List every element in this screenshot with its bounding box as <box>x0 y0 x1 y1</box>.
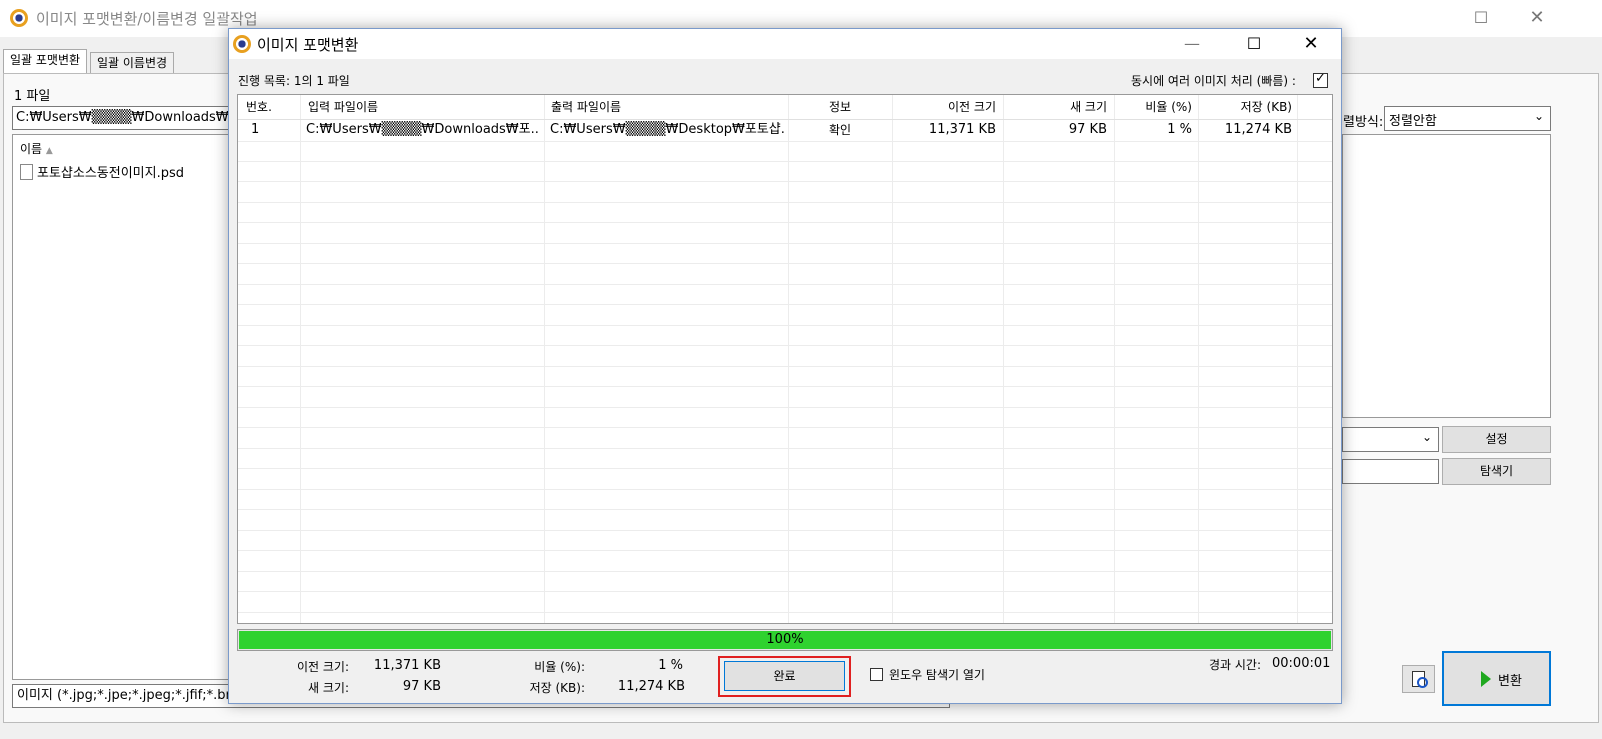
parallel-label: 동시에 여러 이미지 처리 (빠름) : <box>1131 74 1296 88</box>
dialog-title: 이미지 포맷변환 <box>257 36 359 54</box>
summary-saved-value: 11,274 KB <box>617 679 685 694</box>
maximize-icon[interactable]: ☐ <box>1231 28 1277 60</box>
sort-select[interactable]: 정렬안함 ⌄ <box>1384 106 1551 131</box>
browse-button[interactable]: 탐색기 <box>1442 458 1551 485</box>
chevron-down-icon: ⌄ <box>1533 109 1544 123</box>
format-select[interactable]: ⌄ <box>1342 427 1439 452</box>
progress-bar: 100% <box>237 629 1333 651</box>
row-info: 확인 <box>828 123 852 137</box>
row-num: 1 <box>251 122 260 137</box>
open-explorer-label: 윈도우 탐색기 열기 <box>889 668 985 682</box>
dialog-title-bar: 이미지 포맷변환 — ☐ ✕ <box>229 29 1341 59</box>
play-icon <box>1481 671 1491 687</box>
summary-new-value: 97 KB <box>402 679 441 694</box>
summary-old-value: 11,371 KB <box>373 658 441 673</box>
sort-label: 렬방식: <box>1343 115 1384 130</box>
row-ratio: 1 % <box>1167 122 1192 137</box>
col-header-input[interactable]: 입력 파일이름 <box>308 95 378 119</box>
check-icon: ✓ <box>1315 71 1326 86</box>
magnifier-icon <box>1417 677 1428 688</box>
col-header-num[interactable]: 번호. <box>246 95 272 119</box>
preview-button[interactable] <box>1402 665 1435 693</box>
col-header-saved[interactable]: 저장 (KB) <box>1204 95 1292 119</box>
close-icon[interactable]: ✕ <box>1514 2 1560 34</box>
row-old-size: 11,371 KB <box>928 122 996 137</box>
output-path-input[interactable] <box>1342 459 1439 484</box>
minimize-icon[interactable]: — <box>1169 28 1215 60</box>
list-item[interactable]: 포토샵소스동전이미지.psd <box>20 162 184 181</box>
row-new-size: 97 KB <box>1068 122 1107 137</box>
col-header-ratio[interactable]: 비율 (%) <box>1120 95 1192 119</box>
summary-new-label: 새 크기: <box>308 681 349 695</box>
tab-batch-rename[interactable]: 일괄 이름변경 <box>90 52 175 74</box>
row-output: C:₩Users₩▒▒▒▒₩Desktop₩포토샵... <box>550 122 784 137</box>
sort-up-icon: ▲ <box>45 146 53 156</box>
file-icon <box>20 164 33 180</box>
row-input: C:₩Users₩▒▒▒▒₩Downloads₩포... <box>306 122 540 137</box>
col-header-old-size[interactable]: 이전 크기 <box>898 95 996 119</box>
chevron-down-icon: ⌄ <box>1421 430 1432 444</box>
settings-button[interactable]: 설정 <box>1442 426 1551 453</box>
summary-saved-label: 저장 (KB): <box>529 681 585 695</box>
elapsed-label: 경과 시간: <box>1209 658 1262 672</box>
progress-list-label: 진행 목록: 1의 1 파일 <box>238 74 350 88</box>
col-header-output[interactable]: 출력 파일이름 <box>551 95 621 119</box>
col-header-info[interactable]: 정보 <box>794 95 886 119</box>
app-eye-icon <box>233 35 251 53</box>
preview-area <box>1342 134 1551 418</box>
sort-select-value: 정렬안함 <box>1389 114 1437 129</box>
tab-batch-convert[interactable]: 일괄 포맷변환 <box>3 49 88 74</box>
list-header-name[interactable]: 이름 ▲ <box>20 140 53 157</box>
path-input[interactable]: C:₩Users₩▒▒▒▒₩Downloads₩포토 <box>12 106 234 130</box>
open-explorer-checkbox[interactable] <box>870 668 883 681</box>
summary-ratio-label: 비율 (%): <box>534 660 585 674</box>
result-table: 번호. 입력 파일이름 출력 파일이름 정보 이전 크기 새 크기 비율 (%)… <box>237 94 1333 624</box>
col-header-new-size[interactable]: 새 크기 <box>1009 95 1107 119</box>
main-window-title: 이미지 포맷변환/이름변경 일괄작업 <box>36 10 258 28</box>
elapsed-value: 00:00:01 <box>1272 656 1331 671</box>
parallel-checkbox[interactable]: ✓ <box>1313 71 1328 88</box>
row-saved: 11,274 KB <box>1224 122 1292 137</box>
summary-ratio-value: 1 % <box>658 658 683 673</box>
convert-button[interactable]: 변환 <box>1442 651 1551 706</box>
file-list: 이름 ▲ 포토샵소스동전이미지.psd <box>12 134 234 680</box>
app-eye-icon <box>10 9 28 27</box>
done-button[interactable]: 완료 <box>724 661 845 691</box>
maximize-icon[interactable]: ☐ <box>1458 2 1504 34</box>
file-count: 1 파일 <box>14 89 51 104</box>
progress-text: 100% <box>766 632 804 647</box>
close-icon[interactable]: ✕ <box>1288 28 1334 60</box>
convert-dialog: 이미지 포맷변환 — ☐ ✕ 진행 목록: 1의 1 파일 동시에 여러 이미지… <box>228 28 1342 704</box>
summary-old-label: 이전 크기: <box>296 660 349 674</box>
convert-button-label: 변환 <box>1498 674 1522 689</box>
